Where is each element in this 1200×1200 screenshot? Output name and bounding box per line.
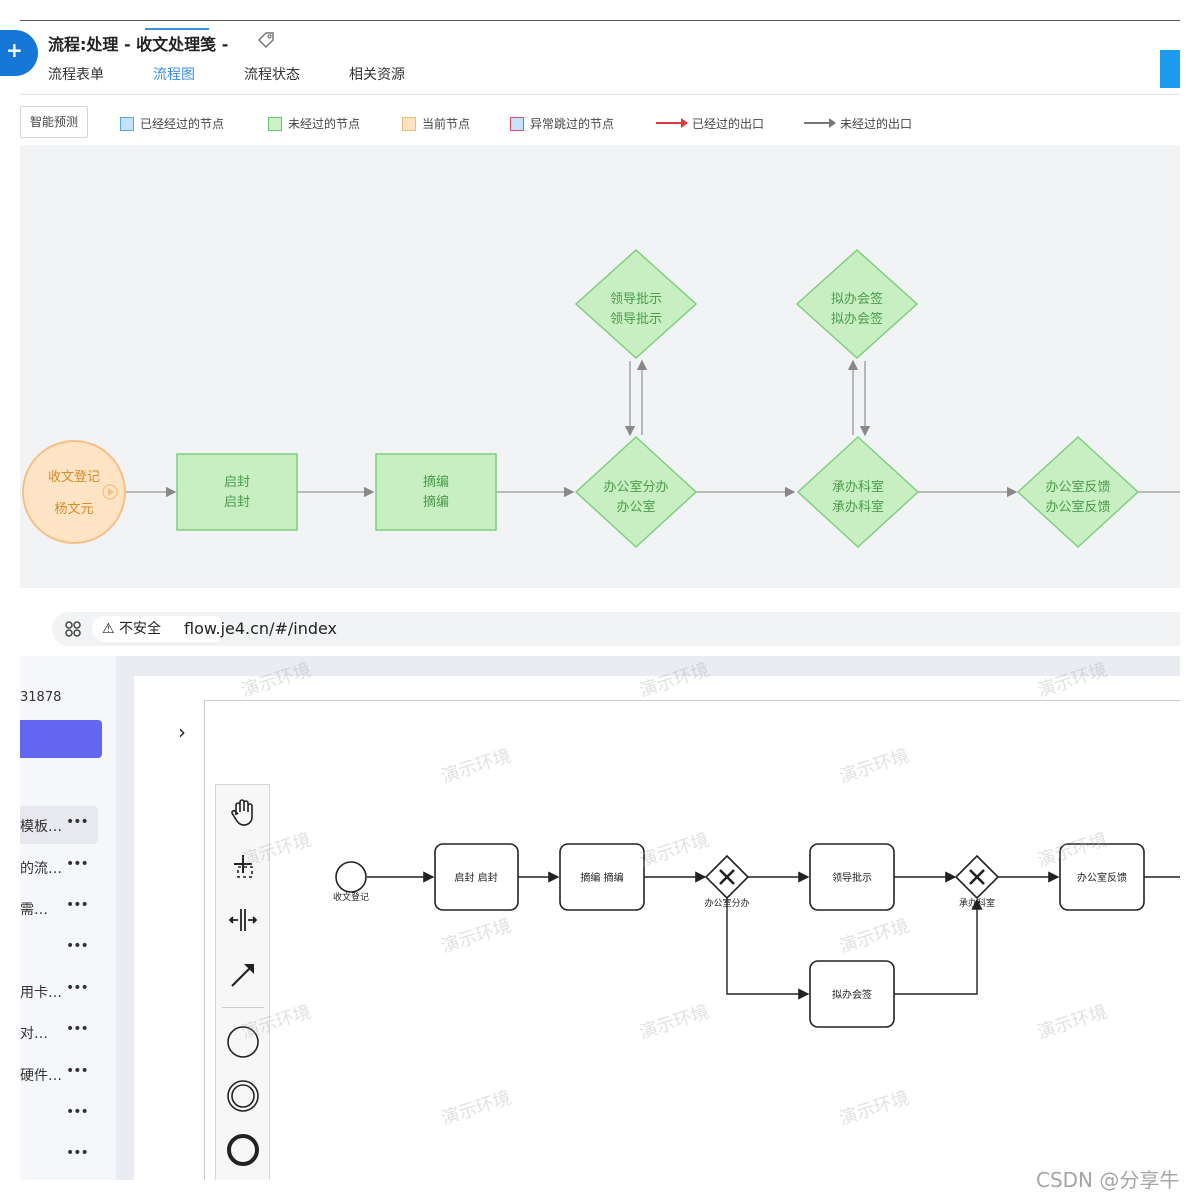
app-logo-icon (0, 30, 38, 76)
legend-skipped-node: 异常跳过的节点 (510, 116, 614, 132)
node-fankui-line2: 办公室反馈 (1045, 499, 1110, 515)
gateway-fenban-label: 办公室分办 (704, 897, 749, 909)
legend-swatch (120, 117, 134, 131)
tab-diagram[interactable]: 流程图 (153, 64, 195, 84)
node-chengban[interactable]: 承办科室 承办科室 (796, 435, 920, 549)
top-divider (20, 20, 1180, 21)
node-pishi-line1: 领导批示 (610, 292, 662, 307)
node-chengban-line1: 承办科室 (832, 479, 884, 495)
space-tool-icon[interactable] (224, 901, 262, 939)
legend-current-node: 当前节点 (402, 116, 470, 132)
task-pishi-label: 领导批示 (832, 871, 872, 884)
node-fenban-line1: 办公室分办 (603, 479, 668, 495)
node-fenban[interactable]: 办公室分办 办公室 (574, 435, 698, 549)
bpmn-gateway-chengban[interactable]: 承办科室 (954, 854, 1000, 909)
legend-unpassed-node: 未经过的节点 (268, 116, 360, 132)
tag-icon[interactable] (256, 30, 276, 50)
node-start[interactable]: 收文登记 杨文元 (22, 440, 126, 544)
node-fenban-line2: 办公室 (616, 499, 655, 515)
bpmn-task-pishi[interactable]: 领导批示 (809, 843, 895, 911)
node-qifeng-line1: 启封 (224, 475, 250, 490)
task-zhaibian-label: 摘编 摘编 (580, 871, 623, 884)
node-zhaibian[interactable]: 摘编 摘编 (375, 453, 497, 531)
legend-swatch (402, 117, 416, 131)
page-title: 流程:处理 - 收文处理笺 - (48, 35, 229, 54)
task-qifeng-label: 启封 启封 (454, 871, 497, 884)
node-qifeng[interactable]: 启封 启封 (176, 453, 298, 531)
tab-status[interactable]: 流程状态 (244, 64, 300, 84)
lasso-tool-icon[interactable] (224, 847, 262, 885)
legend-unpassed-exit: 未经过的出口 (804, 116, 912, 132)
legend-swatch (268, 117, 282, 131)
node-start-user: 杨文元 (54, 502, 93, 517)
task-fankui-label: 办公室反馈 (1077, 871, 1127, 884)
connect-tool-icon[interactable] (224, 955, 262, 993)
legend-passed-exit: 已经过的出口 (656, 116, 764, 132)
node-pishi-line2: 领导批示 (610, 312, 662, 327)
node-huiqian[interactable]: 拟办会签 拟办会签 (795, 248, 919, 360)
bpmn-gateway-fenban[interactable]: 办公室分办 (704, 854, 750, 909)
node-huiqian-line2: 拟办会签 (831, 311, 883, 327)
tab-resources[interactable]: 相关资源 (349, 64, 405, 84)
node-huiqian-line1: 拟办会签 (831, 291, 883, 307)
start-event-tool-icon[interactable] (224, 1023, 262, 1061)
legend-swatch (510, 117, 524, 131)
node-chengban-line2: 承办科室 (832, 499, 884, 515)
legend-label: 已经经过的节点 (140, 117, 225, 131)
editor-window: ⚠ 不安全 flow.je4.cn/#/index 31878 模板… ••• 的… (0, 600, 1200, 1200)
node-fankui-line1: 办公室反馈 (1045, 479, 1110, 495)
node-zhaibian-line1: 摘编 (423, 474, 449, 490)
legend-label: 异常跳过的节点 (530, 117, 615, 131)
side-action-button[interactable] (1160, 50, 1180, 88)
legend-label: 未经过的节点 (288, 117, 361, 131)
red-arrow-icon (656, 118, 688, 128)
bpmn-task-huiqian[interactable]: 拟办会签 (809, 960, 895, 1028)
legend-bar: 智能预测 已经经过的节点 未经过的节点 当前节点 异常跳过的节点 已经过的出口 … (20, 104, 1180, 140)
process-viewer-panel: 流程:处理 - 收文处理笺 - 流程表单 流程图 流程状态 相关资源 智能预测 … (0, 0, 1200, 592)
node-start-name: 收文登记 (48, 470, 100, 485)
gateway-chengban-label: 承办科室 (959, 897, 995, 909)
node-fankui[interactable]: 办公室反馈 办公室反馈 (1016, 435, 1140, 549)
tab-form[interactable]: 流程表单 (48, 64, 104, 84)
start-event-label: 收文登记 (333, 891, 369, 903)
hand-tool-icon[interactable] (224, 793, 262, 831)
grey-arrow-icon (804, 118, 836, 128)
node-qifeng-line2: 启封 (224, 495, 250, 510)
node-pishi[interactable]: 领导批示 领导批示 (574, 248, 698, 360)
legend-label: 已经过的出口 (692, 117, 765, 131)
legend-label: 未经过的出口 (840, 117, 913, 131)
tabs-divider (20, 94, 1180, 95)
legend-label: 当前节点 (422, 117, 471, 131)
legend-passed-node: 已经经过的节点 (120, 116, 224, 132)
task-huiqian-label: 拟办会签 (832, 988, 872, 1001)
bpmn-task-zhaibian[interactable]: 摘编 摘编 (559, 843, 645, 911)
node-zhaibian-line2: 摘编 (423, 494, 449, 510)
bpmn-task-qifeng[interactable]: 启封 启封 (434, 843, 519, 911)
tool-palette (215, 784, 270, 1180)
process-diagram-canvas: 收文登记 杨文元 启封 启封 摘编 摘编 办公室分办 办公室 承办科室 承办科室… (20, 145, 1180, 588)
bpmn-start-event[interactable]: 收文登记 (333, 861, 369, 903)
end-event-tool-icon[interactable] (224, 1131, 262, 1169)
palette-divider (222, 1007, 264, 1008)
intermediate-event-tool-icon[interactable] (224, 1077, 262, 1115)
credit-watermark: CSDN @分享牛 (1036, 1168, 1180, 1192)
smart-predict-button[interactable]: 智能预测 (20, 106, 88, 138)
bpmn-task-fankui[interactable]: 办公室反馈 (1059, 843, 1145, 911)
active-tab-indicator (145, 28, 209, 30)
